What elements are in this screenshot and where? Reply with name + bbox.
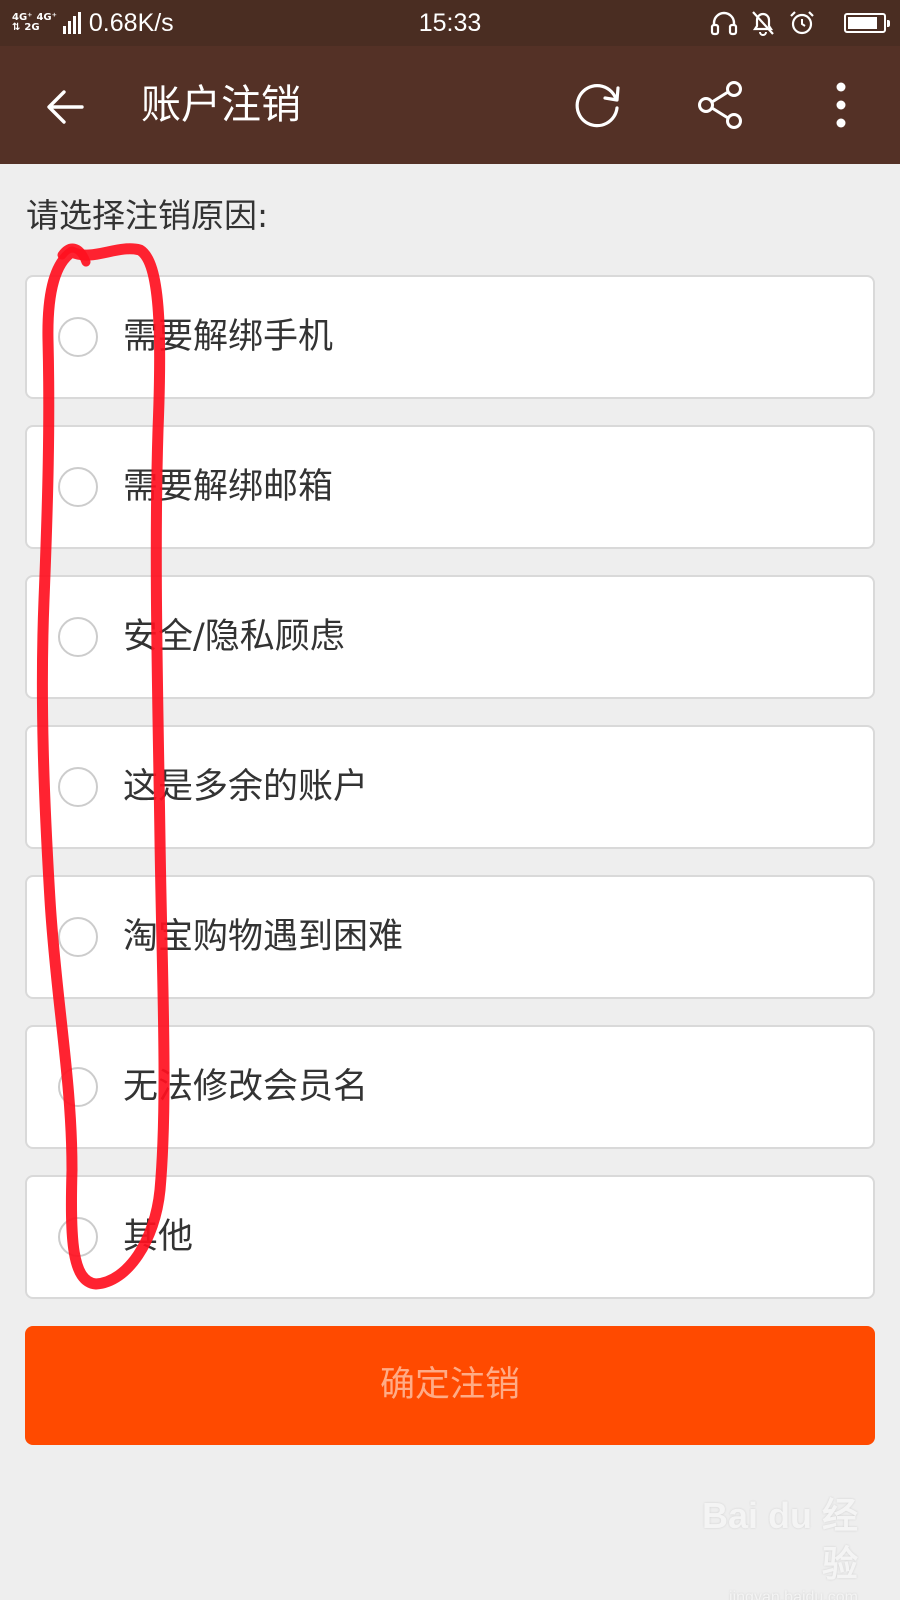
- radio-button[interactable]: [58, 767, 98, 807]
- network-speed: 0.68K/s: [88, 8, 174, 37]
- reason-label: 需要解绑邮箱: [123, 467, 334, 507]
- watermark-main: Bai du 经验: [701, 1495, 858, 1584]
- bell-muted-icon: [752, 11, 774, 36]
- reason-option[interactable]: 这是多余的账户: [25, 725, 875, 849]
- network-label: ⇅: [12, 22, 21, 33]
- reason-label: 其他: [123, 1217, 194, 1257]
- radio-button[interactable]: [58, 917, 98, 957]
- reason-label: 淘宝购物遇到困难: [123, 917, 404, 957]
- refresh-icon[interactable]: [570, 77, 626, 133]
- reason-label: 这是多余的账户: [123, 767, 369, 807]
- reason-label: 无法修改会员名: [123, 1067, 369, 1107]
- status-left: 4G⁺ 4G⁺ ⇅ 2G 0.68K/s: [12, 0, 174, 46]
- radio-button[interactable]: [58, 1217, 98, 1257]
- page-title: 账户注销: [141, 82, 301, 128]
- radio-button[interactable]: [58, 617, 98, 657]
- signal-icon: [62, 12, 81, 34]
- reason-option[interactable]: 淘宝购物遇到困难: [25, 875, 875, 999]
- reason-option[interactable]: 需要解绑手机: [25, 275, 875, 399]
- more-vertical-icon[interactable]: [816, 77, 866, 133]
- alarm-icon: [790, 11, 814, 35]
- reason-prompt: 请选择注销原因:: [26, 196, 269, 235]
- reason-label: 安全/隐私顾虑: [123, 617, 345, 657]
- reason-option[interactable]: 需要解绑邮箱: [25, 425, 875, 549]
- reason-option[interactable]: 其他: [25, 1175, 875, 1299]
- arrow-left-icon[interactable]: [40, 82, 90, 132]
- radio-button[interactable]: [58, 467, 98, 507]
- status-bar: 4G⁺ 4G⁺ ⇅ 2G 0.68K/s 15:33: [0, 0, 900, 46]
- share-icon[interactable]: [692, 77, 748, 133]
- radio-button[interactable]: [58, 1067, 98, 1107]
- confirm-cancel-account-button[interactable]: 确定注销: [25, 1326, 875, 1445]
- reason-option[interactable]: 无法修改会员名: [25, 1025, 875, 1149]
- network-type: 4G⁺ 4G⁺ ⇅ 2G: [12, 13, 57, 33]
- baidu-watermark: Bai du 经验 jingyan.baidu.com: [668, 1492, 858, 1600]
- radio-button[interactable]: [58, 317, 98, 357]
- reason-label: 需要解绑手机: [123, 317, 334, 357]
- battery-level: [848, 17, 877, 29]
- battery-icon: [844, 13, 890, 33]
- headset-icon: [710, 11, 738, 36]
- reason-option[interactable]: 安全/隐私顾虑: [25, 575, 875, 699]
- watermark-sub: jingyan.baidu.com: [729, 1589, 858, 1600]
- status-right: [710, 0, 890, 46]
- app-bar: 账户注销: [0, 46, 900, 164]
- network-label: 2G: [24, 22, 40, 33]
- screen: 4G⁺ 4G⁺ ⇅ 2G 0.68K/s 15:33 账户注销 请选择注销原因:…: [0, 0, 900, 1600]
- reason-list: 需要解绑手机 需要解绑邮箱 安全/隐私顾虑 这是多余的账户 淘宝购物遇到困难 无…: [25, 275, 875, 1325]
